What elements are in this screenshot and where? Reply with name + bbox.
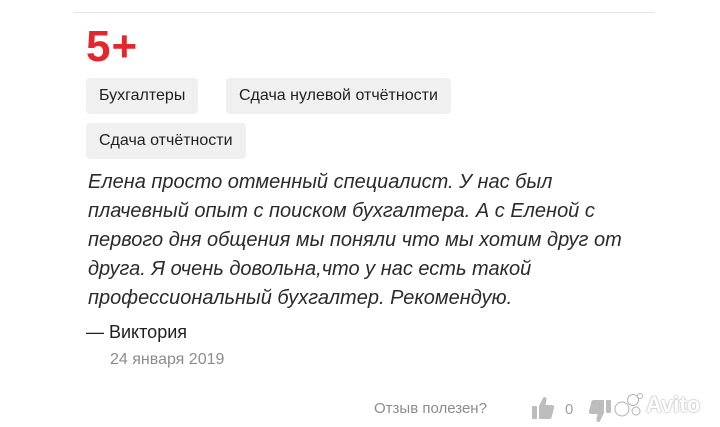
thumbs-up-count: 0 [565, 401, 574, 418]
review-text: Елена просто отменный специалист. У нас … [88, 171, 622, 309]
review-card: 5+ Бухгалтеры Сдача нулевой отчётности С… [0, 0, 720, 427]
review-author: — Виктория [86, 322, 188, 342]
rating-score: 5+ [86, 22, 139, 71]
review-date: 24 января 2019 [110, 351, 225, 368]
watermark-text: Avito [646, 392, 701, 417]
tag-reporting[interactable]: Сдача отчётности [86, 123, 246, 159]
avito-logo-icon [614, 393, 643, 417]
tag-zero-reporting[interactable]: Сдача нулевой отчётности [226, 78, 451, 114]
thumbs-down-icon[interactable] [588, 398, 612, 424]
divider [74, 12, 654, 13]
helpful-label: Отзыв полезен? [374, 400, 487, 417]
tag-accountants[interactable]: Бухгалтеры [86, 78, 199, 114]
helpful-feedback: Отзыв полезен? 0 [0, 395, 720, 425]
thumbs-up-icon[interactable] [531, 395, 555, 421]
avito-watermark: Avito [614, 388, 720, 422]
